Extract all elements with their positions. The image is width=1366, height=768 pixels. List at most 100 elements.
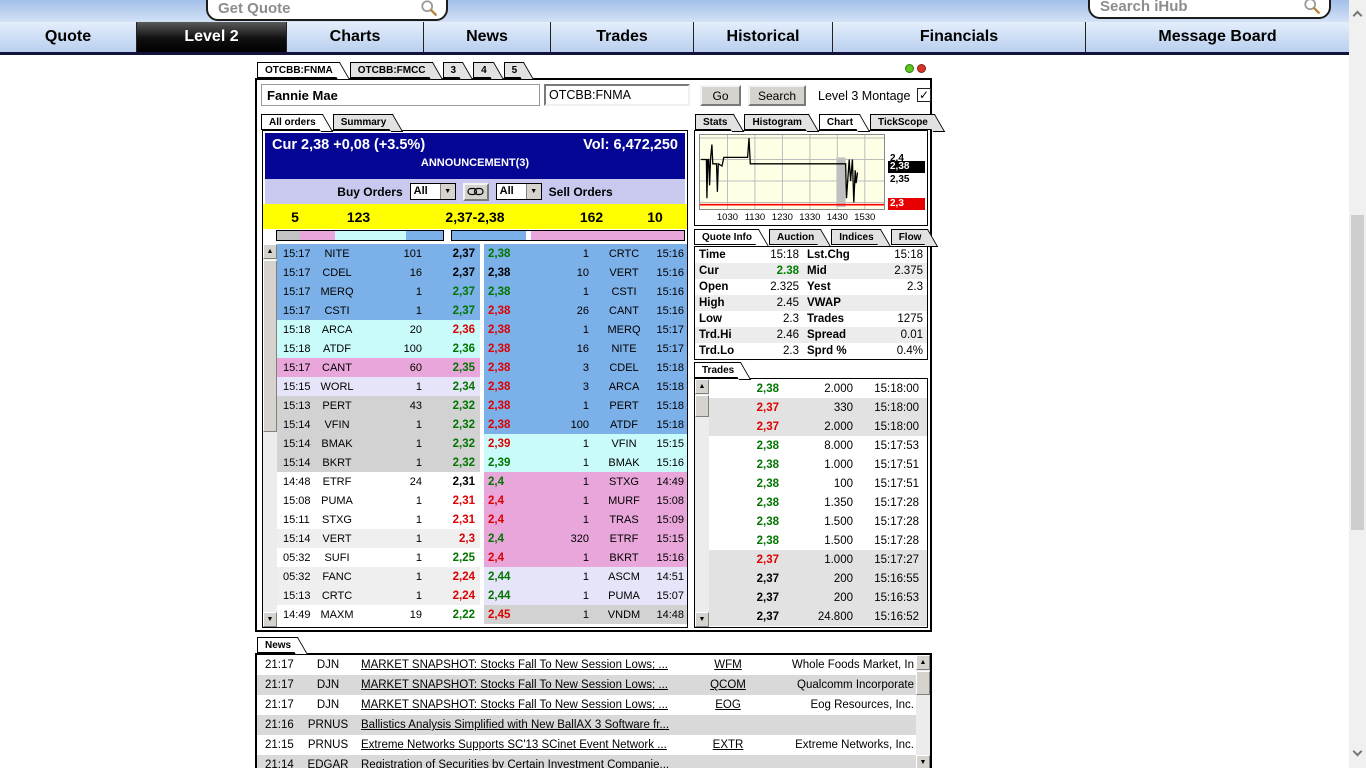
trade-row[interactable]: 2,381.50015:17:28	[709, 531, 927, 550]
news-headline-link[interactable]: Ballistics Analysis Simplified with New …	[357, 719, 690, 731]
quote-tab-auction[interactable]: Auction	[769, 229, 820, 245]
ask-row[interactable]: 2,391BMAK15:16	[484, 453, 687, 472]
trade-row[interactable]: 2,372.00015:18:00	[709, 417, 927, 436]
news-headline-link[interactable]: MARKET SNAPSHOT: Stocks Fall To New Sess…	[357, 699, 690, 711]
bid-row[interactable]: 15:17MERQ12,37	[277, 282, 480, 301]
panel-tab-tickscope[interactable]: TickScope	[870, 114, 934, 130]
news-ticker-link[interactable]: QCOM	[690, 679, 766, 691]
ask-row[interactable]: 2,3816NITE15:17	[484, 339, 687, 358]
announcement-link[interactable]: ANNOUNCEMENT(3)	[265, 153, 685, 169]
news-headline-link[interactable]: MARKET SNAPSHOT: Stocks Fall To New Sess…	[357, 659, 690, 671]
quote-tab-indices[interactable]: Indices	[831, 229, 879, 245]
nav-financials[interactable]: Financials	[833, 22, 1086, 52]
nav-charts[interactable]: Charts	[287, 22, 424, 52]
trade-row[interactable]: 2,3733015:18:00	[709, 398, 927, 417]
scroll-down-icon[interactable]	[1353, 747, 1363, 757]
panel-tab-chart[interactable]: Chart	[819, 114, 859, 130]
news-headline-link[interactable]: Extreme Networks Supports SC'13 SCinet E…	[357, 739, 690, 751]
quote-tab-flow[interactable]: Flow	[891, 229, 928, 245]
trade-row[interactable]: 2,371.00015:17:27	[709, 550, 927, 569]
bid-row[interactable]: 15:17NITE1012,37	[277, 244, 480, 263]
scrollbar-thumb[interactable]	[263, 260, 277, 432]
nav-message-board[interactable]: Message Board	[1086, 22, 1349, 52]
trades-tab-trades[interactable]: Trades	[694, 362, 740, 378]
page-scrollbar[interactable]	[1349, 0, 1366, 768]
panel-tab-stats[interactable]: Stats	[695, 114, 733, 130]
search-ihub-box[interactable]: Search iHub	[1088, 0, 1331, 19]
ask-row[interactable]: 2,381PERT15:18	[484, 396, 687, 415]
nav-trades[interactable]: Trades	[551, 22, 694, 52]
bid-row[interactable]: 15:08PUMA12,31	[277, 491, 480, 510]
order-book-scrollbar[interactable]: ▲ ▼	[263, 244, 277, 627]
ask-row[interactable]: 2,381MERQ15:17	[484, 320, 687, 339]
link-filters-button[interactable]	[463, 183, 489, 201]
ask-row[interactable]: 2,41BKRT15:16	[484, 548, 687, 567]
bid-row[interactable]: 15:13CRTC12,24	[277, 586, 480, 605]
symbol-tab-otcbb-fmcc[interactable]: OTCBB:FMCC	[350, 62, 432, 78]
scroll-down-button[interactable]: ▼	[695, 612, 709, 627]
bid-row[interactable]: 15:17CDEL162,37	[277, 263, 480, 282]
symbol-tab-otcbb-fnma[interactable]: OTCBB:FNMA	[257, 62, 339, 78]
bid-row[interactable]: 05:32FANC12,24	[277, 567, 480, 586]
view-tab-all-orders[interactable]: All orders	[261, 114, 322, 130]
scrollbar-thumb[interactable]	[916, 671, 930, 695]
symbol-tab-3[interactable]: 3	[443, 62, 463, 78]
search-button[interactable]: Search	[748, 85, 806, 106]
scroll-up-button[interactable]: ▲	[916, 655, 930, 670]
scrollbar-thumb[interactable]	[1351, 215, 1364, 530]
bid-row[interactable]: 15:14VERT12,3	[277, 529, 480, 548]
symbol-tab-5[interactable]: 5	[504, 62, 524, 78]
panel-tab-histogram[interactable]: Histogram	[744, 114, 807, 130]
bid-row[interactable]: 15:17CANT602,35	[277, 358, 480, 377]
bid-row[interactable]: 15:14BMAK12,32	[277, 434, 480, 453]
scroll-up-button[interactable]: ▲	[695, 379, 709, 394]
nav-news[interactable]: News	[424, 22, 551, 52]
bid-row[interactable]: 15:18ARCA202,36	[277, 320, 480, 339]
ask-row[interactable]: 2,451VNDM14:48	[484, 605, 687, 624]
scroll-up-button[interactable]: ▲	[263, 244, 277, 259]
bid-row[interactable]: 14:49MAXM192,22	[277, 605, 480, 624]
bid-row[interactable]: 14:48ETRF242,31	[277, 472, 480, 491]
nav-historical[interactable]: Historical	[694, 22, 833, 52]
ask-row[interactable]: 2,41TRAS15:09	[484, 510, 687, 529]
bid-row[interactable]: 05:32SUFI12,25	[277, 548, 480, 567]
scrollbar-thumb[interactable]	[695, 395, 709, 417]
nav-quote[interactable]: Quote	[0, 22, 137, 52]
trades-scrollbar[interactable]: ▲ ▼	[695, 379, 709, 627]
news-headline-link[interactable]: MARKET SNAPSHOT: Stocks Fall To New Sess…	[357, 679, 690, 691]
bid-row[interactable]: 15:17CSTI12,37	[277, 301, 480, 320]
news-ticker-link[interactable]: EOG	[690, 699, 766, 711]
ask-row[interactable]: 2,441ASCM14:51	[484, 567, 687, 586]
go-button[interactable]: Go	[700, 85, 741, 106]
quote-tab-quote-info[interactable]: Quote Info	[694, 229, 758, 245]
trade-row[interactable]: 2,381.50015:17:28	[709, 512, 927, 531]
trade-row[interactable]: 2,381.00015:17:51	[709, 455, 927, 474]
trade-row[interactable]: 2,3720015:16:53	[709, 588, 927, 607]
bid-row[interactable]: 15:11STXG12,31	[277, 510, 480, 529]
ask-row[interactable]: 2,3826CANT15:16	[484, 301, 687, 320]
bid-row[interactable]: 15:14VFIN12,32	[277, 415, 480, 434]
scroll-down-button[interactable]: ▼	[263, 612, 277, 627]
bid-row[interactable]: 15:15WORL12,34	[277, 377, 480, 396]
ask-row[interactable]: 2,41STXG14:49	[484, 472, 687, 491]
symbol-input[interactable]	[544, 84, 690, 106]
nav-level-2[interactable]: Level 2	[137, 22, 287, 52]
trade-row[interactable]: 2,3724.80015:16:52	[709, 607, 927, 626]
level3-montage-checkbox[interactable]: ✓	[917, 88, 931, 102]
buy-filter-dropdown[interactable]: All ▼	[410, 183, 456, 200]
ask-row[interactable]: 2,383CDEL15:18	[484, 358, 687, 377]
trade-row[interactable]: 2,388.00015:17:53	[709, 436, 927, 455]
ask-row[interactable]: 2,383ARCA15:18	[484, 377, 687, 396]
scroll-down-button[interactable]: ▼	[916, 755, 930, 768]
bid-row[interactable]: 15:13PERT432,32	[277, 396, 480, 415]
view-tab-summary[interactable]: Summary	[333, 114, 393, 130]
news-scrollbar[interactable]: ▲ ▼	[916, 655, 930, 768]
trade-row[interactable]: 2,382.00015:18:00	[709, 379, 927, 398]
ask-row[interactable]: 2,38100ATDF15:18	[484, 415, 687, 434]
news-headline-link[interactable]: Registration of Securities by Certain In…	[357, 759, 690, 768]
news-ticker-link[interactable]: WFM	[690, 659, 766, 671]
news-ticker-link[interactable]: EXTR	[690, 739, 766, 751]
ask-row[interactable]: 2,441PUMA15:07	[484, 586, 687, 605]
trade-row[interactable]: 2,381.35015:17:28	[709, 493, 927, 512]
trade-row[interactable]: 2,3720015:16:55	[709, 569, 927, 588]
